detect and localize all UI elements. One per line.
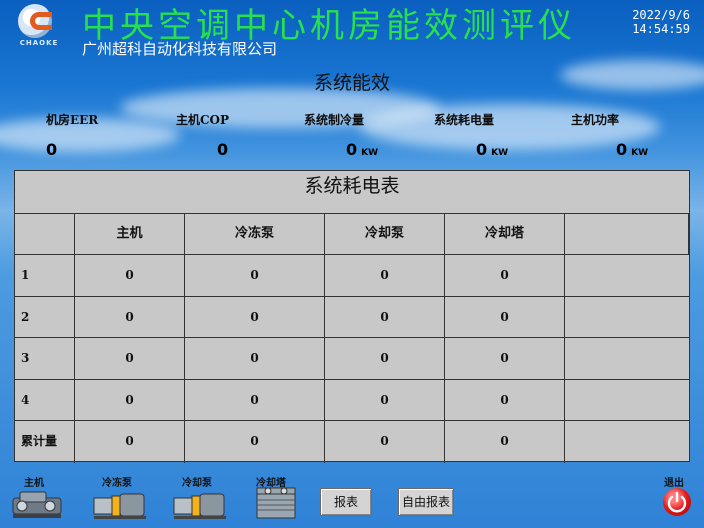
row-label: 4 <box>15 379 75 421</box>
row-label: 累计量 <box>15 421 75 463</box>
table-cell: 0 <box>185 338 325 380</box>
table-cell: 0 <box>325 379 445 421</box>
current-date: 2022/9/6 <box>632 8 690 22</box>
table-cell: 0 <box>325 421 445 463</box>
row-label: 3 <box>15 338 75 380</box>
metric-cop-value: 0 <box>217 140 229 159</box>
row-label: 2 <box>15 296 75 338</box>
exit-label: 退出 <box>664 478 684 489</box>
datetime: 2022/9/6 14:54:59 <box>632 8 690 36</box>
table-cell: 0 <box>185 421 325 463</box>
metric-label-consumption: 系统耗电量 <box>434 113 495 127</box>
cooling-pump-icon[interactable] <box>172 486 232 520</box>
table-cell: 0 <box>445 338 565 380</box>
report-button[interactable]: 报表 <box>320 488 372 516</box>
power-symbol-icon <box>667 491 687 513</box>
metric-value-cooling: 0 KW <box>346 140 378 159</box>
logo-text: CHAOKE <box>19 39 59 47</box>
table-cell: 0 <box>75 338 185 380</box>
table-cell <box>565 297 689 338</box>
table-cell <box>565 338 689 380</box>
header-chiller: 主机 <box>75 213 185 255</box>
header: CHAOKE 中央空调中心机房能效测评仪 广州超科自动化科技有限公司 2022/… <box>0 0 704 58</box>
metric-value-cop: 0 <box>217 140 228 159</box>
company-logo: CHAOKE <box>8 2 70 52</box>
metric-label-power: 主机功率 <box>571 113 620 127</box>
table-cell: 0 <box>185 379 325 421</box>
company-name: 广州超科自动化科技有限公司 <box>82 40 278 58</box>
metric-value-eer: 0 <box>46 140 57 159</box>
metric-cooling-value: 0 <box>346 140 358 159</box>
power-table-title: 系统耗电表 <box>15 171 689 214</box>
table-cell: 0 <box>325 255 445 297</box>
table-cell: 0 <box>75 296 185 338</box>
chilled-pump-icon[interactable] <box>92 486 152 520</box>
table-cell: 0 <box>445 296 565 338</box>
chiller-icon[interactable] <box>10 486 64 520</box>
metric-consumption-value: 0 <box>476 140 488 159</box>
table-cell: 0 <box>75 379 185 421</box>
table-cell: 0 <box>75 255 185 297</box>
table-cell <box>565 421 689 463</box>
header-cooling-tower: 冷却塔 <box>445 213 565 255</box>
metric-eer-value: 0 <box>46 140 58 159</box>
screen: CHAOKE 中央空调中心机房能效测评仪 广州超科自动化科技有限公司 2022/… <box>0 0 704 528</box>
metric-cooling-unit: KW <box>361 148 379 158</box>
custom-report-button[interactable]: 自由报表 <box>398 488 454 516</box>
metric-label-cooling: 系统制冷量 <box>304 113 365 127</box>
logo-c-mark-icon <box>30 12 52 30</box>
table-cell: 0 <box>185 296 325 338</box>
table-cell: 0 <box>325 296 445 338</box>
header-blank <box>15 213 75 255</box>
table-cell: 0 <box>445 255 565 297</box>
cooling-tower-icon[interactable] <box>254 484 298 522</box>
current-time: 14:54:59 <box>632 22 690 36</box>
row-label: 1 <box>15 255 75 297</box>
table-cell: 0 <box>185 255 325 297</box>
efficiency-title: 系统能效 <box>313 72 390 94</box>
table-cell: 0 <box>445 421 565 463</box>
header-chilled-pump: 冷冻泵 <box>185 213 325 255</box>
metric-value-consumption: 0 KW <box>476 140 508 159</box>
table-cell: 0 <box>325 338 445 380</box>
metric-consumption-unit: KW <box>491 148 509 158</box>
header-cooling-pump: 冷却泵 <box>325 213 445 255</box>
table-cell <box>565 255 689 297</box>
metric-value-power: 0 KW <box>616 140 648 159</box>
power-icon[interactable] <box>663 488 691 516</box>
metric-label-cop: 主机COP <box>176 113 230 127</box>
power-table: 系统耗电表 主机 冷冻泵 冷却泵 冷却塔 1 0 0 0 0 2 0 0 0 0 3 0 0 0 0 4 0 0 0 0 累计量… <box>14 170 690 463</box>
table-cell: 0 <box>445 379 565 421</box>
table-cell <box>565 380 689 421</box>
metric-label-eer: 机房EER <box>46 113 99 127</box>
metric-power-unit: KW <box>631 148 649 158</box>
header-extra <box>565 213 689 255</box>
table-cell: 0 <box>75 421 185 463</box>
metric-power-value: 0 <box>616 140 628 159</box>
